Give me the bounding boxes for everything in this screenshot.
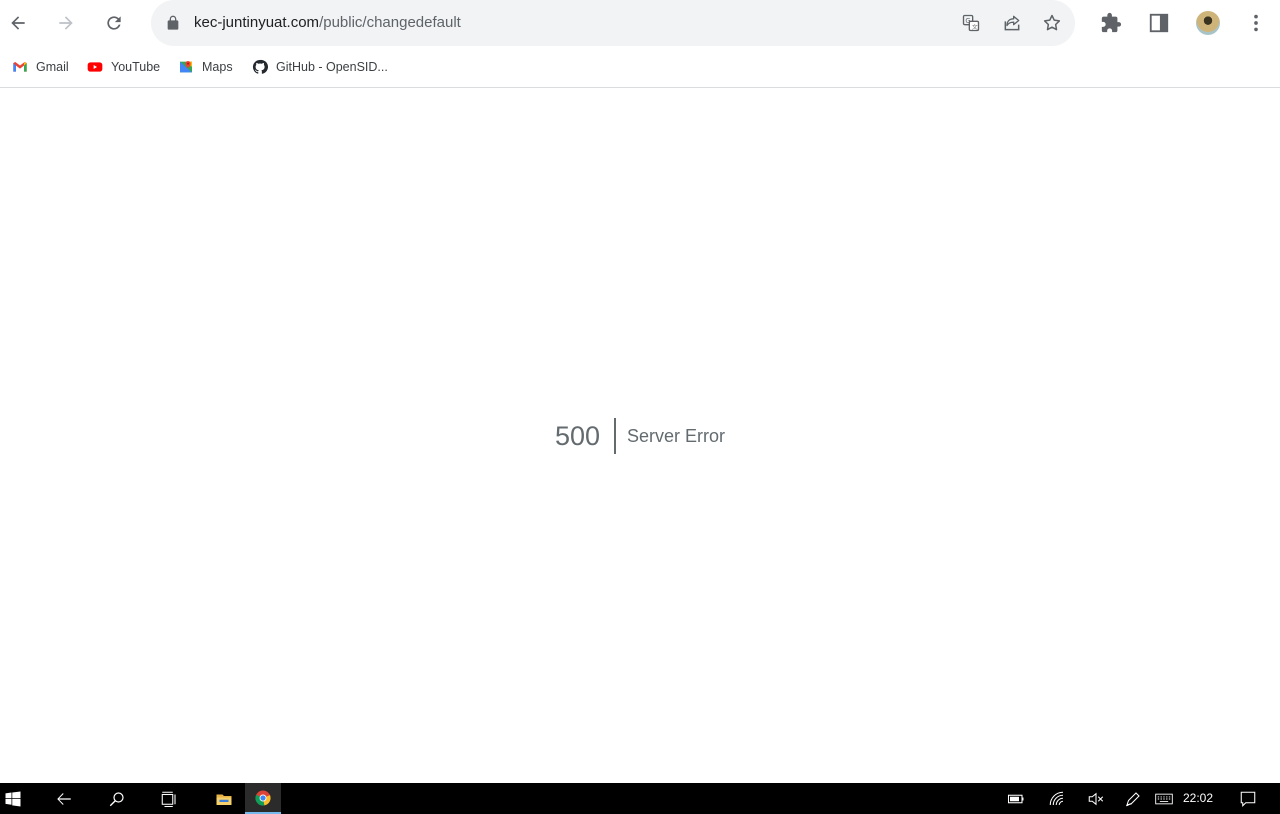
- extensions-button[interactable]: [1097, 9, 1125, 37]
- task-view-button[interactable]: [155, 783, 183, 814]
- chrome-menu-button[interactable]: [1242, 9, 1270, 37]
- svg-text:G: G: [965, 17, 970, 25]
- github-icon: [252, 59, 268, 74]
- share-icon: [1004, 15, 1020, 31]
- more-vert-icon: [1254, 14, 1258, 32]
- back-button[interactable]: [0, 5, 36, 41]
- translate-button[interactable]: G文: [959, 11, 983, 35]
- browser-toolbar: kec-juntinyuat.com/public/changedefault …: [0, 0, 1280, 46]
- action-center-button[interactable]: [1237, 783, 1259, 814]
- pen-workspace-button[interactable]: [1122, 783, 1144, 814]
- translate-icon: G文: [962, 14, 980, 32]
- share-button[interactable]: [1000, 11, 1024, 35]
- battery-icon: [1007, 794, 1024, 803]
- star-icon: [1043, 14, 1061, 31]
- windows-logo-icon: [5, 791, 21, 806]
- taskbar-search-button[interactable]: [103, 783, 131, 814]
- puzzle-icon: [1101, 12, 1122, 33]
- keyboard-icon: [1155, 793, 1173, 804]
- network-status[interactable]: [1046, 783, 1068, 814]
- address-bar[interactable]: kec-juntinyuat.com/public/changedefault …: [151, 0, 1075, 46]
- notification-icon: [1240, 791, 1256, 807]
- bookmarks-bar: Gmail YouTube Maps GitHub - OpenSID...: [0, 46, 1280, 88]
- bookmark-star-button[interactable]: [1040, 11, 1064, 35]
- reload-icon: [107, 16, 121, 30]
- bookmark-github[interactable]: GitHub - OpenSID...: [252, 57, 388, 77]
- reload-button[interactable]: [96, 5, 132, 41]
- search-icon: [109, 791, 124, 806]
- wifi-icon: [1049, 791, 1064, 805]
- page-content: 500 Server Error: [0, 88, 1280, 783]
- chrome-taskbar-button[interactable]: [245, 783, 281, 814]
- bookmark-maps[interactable]: Maps: [178, 57, 233, 77]
- battery-status[interactable]: [1005, 783, 1027, 814]
- task-view-icon: [161, 791, 176, 807]
- youtube-icon: [87, 62, 103, 72]
- touch-keyboard-button[interactable]: [1151, 783, 1177, 814]
- volume-status[interactable]: [1085, 783, 1107, 814]
- bookmark-label: GitHub - OpenSID...: [276, 60, 388, 74]
- taskbar-back-button[interactable]: [50, 783, 78, 814]
- maps-icon: [180, 61, 192, 73]
- file-explorer-button[interactable]: [210, 783, 238, 814]
- volume-muted-icon: [1088, 792, 1104, 805]
- bookmark-label: YouTube: [111, 60, 161, 74]
- profile-avatar[interactable]: [1196, 11, 1220, 35]
- url-text[interactable]: kec-juntinyuat.com/public/changedefault: [194, 14, 461, 31]
- error-text: Server Error: [627, 426, 726, 446]
- pen-icon: [1126, 791, 1140, 806]
- chrome-icon: [255, 790, 271, 806]
- start-button[interactable]: [0, 783, 26, 814]
- error-message-block: 500 Server Error: [0, 418, 1280, 454]
- url-host: kec-juntinyuat.com: [194, 14, 320, 31]
- folder-icon: [216, 794, 232, 805]
- forward-button[interactable]: [48, 5, 84, 41]
- bookmark-gmail[interactable]: Gmail: [12, 57, 69, 77]
- svg-text:文: 文: [972, 23, 978, 31]
- url-path: /public/changedefault: [319, 14, 461, 31]
- arrow-left-icon: [57, 792, 71, 805]
- bookmark-youtube[interactable]: YouTube: [87, 57, 160, 77]
- lock-icon: [167, 15, 179, 30]
- side-panel-button[interactable]: [1145, 9, 1173, 37]
- bookmark-label: Gmail: [36, 60, 69, 74]
- taskbar: 22:02: [0, 783, 1280, 814]
- arrow-left-icon: [11, 16, 25, 30]
- arrow-right-icon: [59, 16, 73, 30]
- side-panel-icon: [1149, 13, 1169, 33]
- bookmark-label: Maps: [202, 60, 233, 74]
- taskbar-clock[interactable]: 22:02: [1183, 791, 1213, 805]
- error-code: 500: [554, 421, 601, 451]
- gmail-icon: [13, 62, 27, 72]
